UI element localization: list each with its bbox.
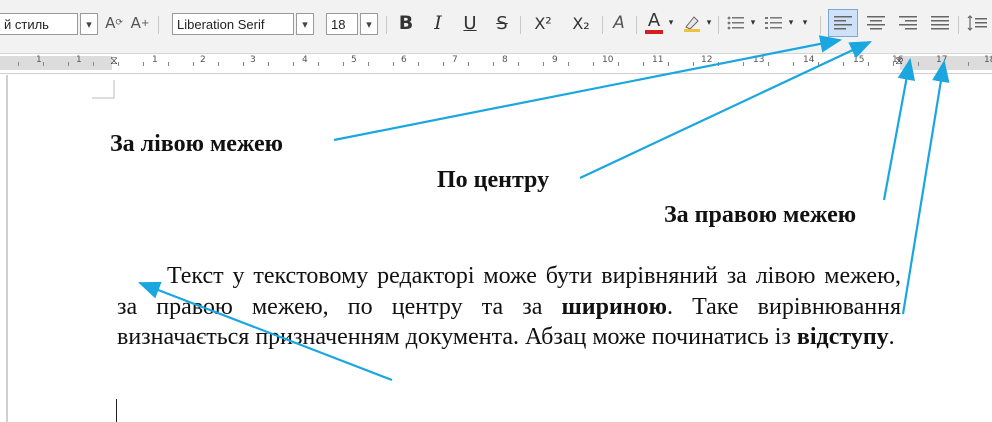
arrow-to-justify [901, 59, 950, 315]
arrow-to-align-right [882, 57, 916, 201]
arrow-to-indent [137, 281, 393, 382]
annotation-arrows [137, 35, 950, 382]
arrow-to-align-left [333, 35, 843, 142]
